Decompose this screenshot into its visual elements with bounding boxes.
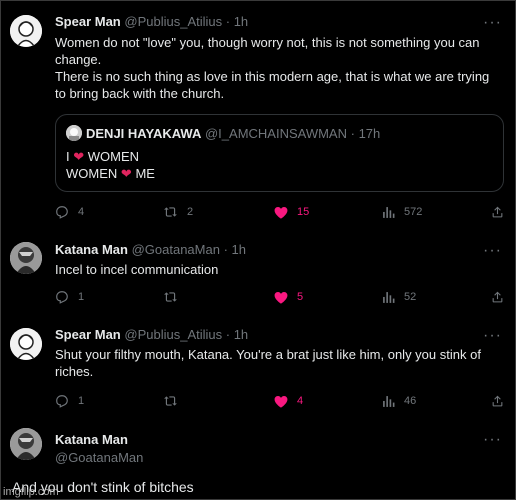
tweet-text: Women do not "love" you, though worry no…: [55, 34, 503, 102]
like-button[interactable]: 4: [274, 393, 303, 409]
timestamp[interactable]: · 1h: [226, 14, 248, 29]
reply-count: 1: [78, 291, 85, 303]
share-icon: [492, 395, 503, 407]
tweet-text: Incel to incel communication: [55, 261, 503, 278]
views-count: 46: [404, 395, 417, 407]
more-icon[interactable]: ···: [483, 432, 502, 448]
tweet-header: Katana Man @GoatanaMan · 1h: [55, 242, 246, 258]
tweet[interactable]: Katana Man @GoatanaMan · 1h ··· Incel to…: [0, 228, 516, 316]
share-button[interactable]: [491, 289, 504, 305]
reply-icon: [56, 206, 68, 219]
reply-icon: [56, 291, 68, 304]
display-name[interactable]: Spear Man: [55, 327, 121, 342]
quoted-tweet[interactable]: DENJI HAYAKAWA @I_AMCHAINSAWMAN · 17h I …: [55, 114, 504, 192]
tweet-text-line: And you don't stink of bitches: [12, 479, 194, 495]
like-count: 5: [297, 291, 304, 303]
tweet[interactable]: Katana Man @GoatanaMan ··· And you don't…: [0, 416, 516, 500]
user-handle[interactable]: @Publius_Atilius: [124, 14, 222, 29]
tweet-text-line: There is no such thing as love in this m…: [55, 69, 490, 101]
reply-icon: [56, 395, 68, 408]
tweet-text-line: Women do not "love" you, though worry no…: [55, 35, 480, 67]
display-name[interactable]: Katana Man: [55, 242, 128, 257]
more-icon[interactable]: ···: [483, 328, 502, 344]
retweet-button[interactable]: [163, 393, 178, 409]
retweet-icon: [164, 292, 177, 302]
tweet[interactable]: Spear Man @Publius_Atilius · 1h ··· Wome…: [0, 0, 516, 228]
like-icon: [274, 206, 288, 219]
views-button[interactable]: 572: [382, 204, 422, 220]
like-count: 15: [297, 206, 310, 218]
tweet-text: And you don't stink of bitches: [12, 479, 460, 496]
quoted-word: WOMEN: [66, 166, 118, 181]
user-handle[interactable]: @Publius_Atilius: [124, 327, 222, 342]
tweet-header: Spear Man @Publius_Atilius · 1h: [55, 14, 248, 30]
tweet-header: Katana Man @GoatanaMan: [55, 431, 143, 467]
views-count: 52: [404, 291, 417, 303]
tweet-text-line: Incel to incel communication: [55, 262, 219, 277]
tweet-text-line: Shut your filthy mouth, Katana. You're a…: [55, 347, 481, 379]
quoted-word: WOMEN: [87, 149, 140, 164]
views-button[interactable]: 52: [382, 289, 416, 305]
reply-count: 4: [78, 206, 85, 218]
tweet-header: Spear Man @Publius_Atilius · 1h: [55, 327, 248, 343]
avatar[interactable]: [10, 428, 42, 460]
views-icon: [383, 206, 395, 218]
reply-button[interactable]: 4: [55, 204, 84, 220]
heart-emoji-icon: ❤: [73, 149, 85, 164]
share-button[interactable]: [491, 204, 504, 220]
like-icon: [274, 395, 288, 408]
like-icon: [274, 291, 288, 304]
user-handle[interactable]: @GoatanaMan: [55, 449, 143, 467]
like-button[interactable]: 15: [274, 204, 309, 220]
quoted-avatar: [66, 125, 82, 141]
tweet-text: Shut your filthy mouth, Katana. You're a…: [55, 346, 503, 380]
reply-button[interactable]: 1: [55, 393, 84, 409]
display-name[interactable]: Katana Man: [55, 431, 143, 449]
more-icon[interactable]: ···: [483, 243, 502, 259]
views-icon: [383, 395, 395, 407]
share-icon: [492, 291, 503, 303]
retweet-button[interactable]: [163, 289, 178, 305]
tweet-actions: 1 4 46: [55, 393, 505, 409]
like-count: 4: [297, 395, 304, 407]
timestamp[interactable]: · 1h: [224, 242, 246, 257]
retweet-button[interactable]: 2: [163, 204, 193, 220]
views-icon: [383, 291, 395, 303]
quoted-word: I: [66, 149, 70, 164]
quoted-line: WOMEN ❤ ME: [66, 165, 155, 182]
quoted-line: I ❤ WOMEN: [66, 148, 155, 165]
quoted-user-handle: @I_AMCHAINSAWMAN: [204, 126, 347, 141]
quoted-tweet-text: I ❤ WOMEN WOMEN ❤ ME: [66, 148, 155, 182]
display-name[interactable]: Spear Man: [55, 14, 121, 29]
retweet-count: 2: [187, 206, 194, 218]
like-button[interactable]: 5: [274, 289, 303, 305]
reply-button[interactable]: 1: [55, 289, 84, 305]
quoted-display-name: DENJI HAYAKAWA: [86, 126, 202, 141]
tweet[interactable]: Spear Man @Publius_Atilius · 1h ··· Shut…: [0, 316, 516, 416]
quoted-word: ME: [135, 166, 155, 181]
heart-emoji-icon: ❤: [120, 166, 132, 181]
retweet-icon: [164, 207, 177, 217]
watermark: imgflip.com: [3, 486, 59, 498]
avatar[interactable]: [10, 242, 42, 274]
quoted-timestamp: · 17h: [350, 126, 381, 141]
tweet-actions: 1 5 52: [55, 289, 505, 305]
timestamp[interactable]: · 1h: [226, 327, 248, 342]
views-button[interactable]: 46: [382, 393, 416, 409]
quoted-tweet-header: DENJI HAYAKAWA @I_AMCHAINSAWMAN · 17h: [66, 125, 380, 142]
avatar[interactable]: [10, 15, 42, 47]
reply-count: 1: [78, 395, 85, 407]
retweet-icon: [164, 396, 177, 406]
views-count: 572: [404, 206, 423, 218]
share-button[interactable]: [491, 393, 504, 409]
share-icon: [492, 206, 503, 218]
tweet-actions: 4 2 15 572: [55, 204, 505, 220]
user-handle[interactable]: @GoatanaMan: [132, 242, 220, 257]
more-icon[interactable]: ···: [483, 15, 502, 31]
avatar[interactable]: [10, 328, 42, 360]
